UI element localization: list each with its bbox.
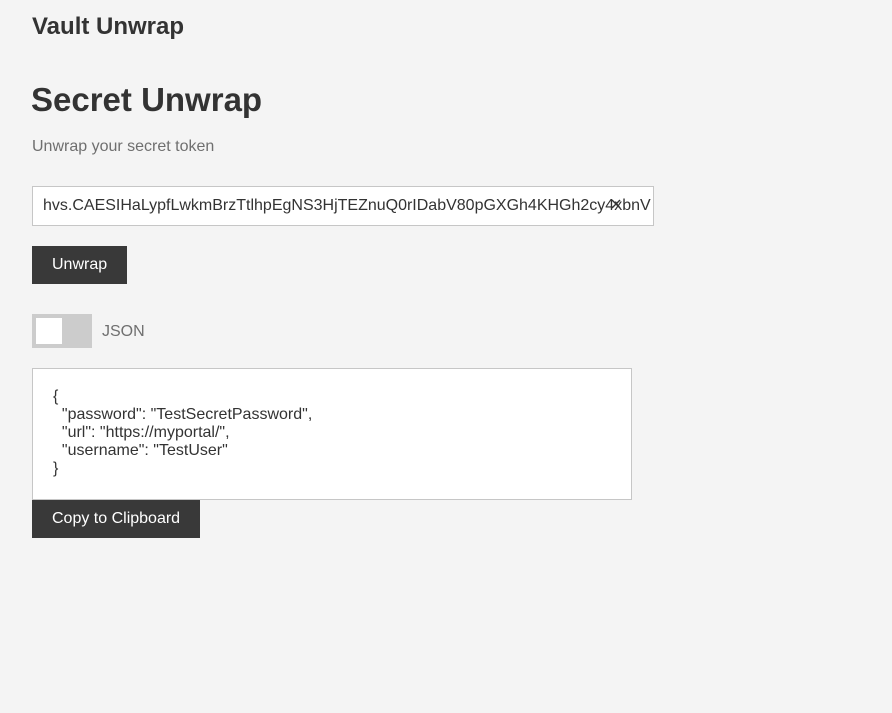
secret-output: { "password": "TestSecretPassword", "url…	[53, 388, 312, 478]
app-title: Vault Unwrap	[32, 13, 185, 40]
page-title: Secret Unwrap	[31, 81, 263, 118]
output-line: "url": "https://myportal/",	[53, 424, 230, 441]
output-line: "password": "TestSecretPassword",	[53, 406, 313, 423]
secret-output-box: { "password": "TestSecretPassword", "url…	[32, 368, 632, 500]
json-toggle-label: JSON	[102, 323, 145, 340]
toggle-knob	[36, 318, 62, 344]
unwrap-button[interactable]: Unwrap	[32, 246, 127, 284]
json-toggle[interactable]	[32, 314, 92, 348]
close-icon[interactable]	[609, 197, 623, 211]
output-line: {	[53, 388, 59, 405]
copy-to-clipboard-button[interactable]: Copy to Clipboard	[32, 500, 200, 538]
page-subtitle: Unwrap your secret token	[32, 138, 215, 155]
token-input[interactable]	[33, 187, 613, 225]
output-line: }	[53, 460, 59, 477]
token-input-container: hvs.CAESIHaLypfLwkmBrzTtlhpEgNS3HjTEZnuQ…	[32, 186, 654, 226]
output-line: "username": "TestUser"	[53, 442, 228, 459]
